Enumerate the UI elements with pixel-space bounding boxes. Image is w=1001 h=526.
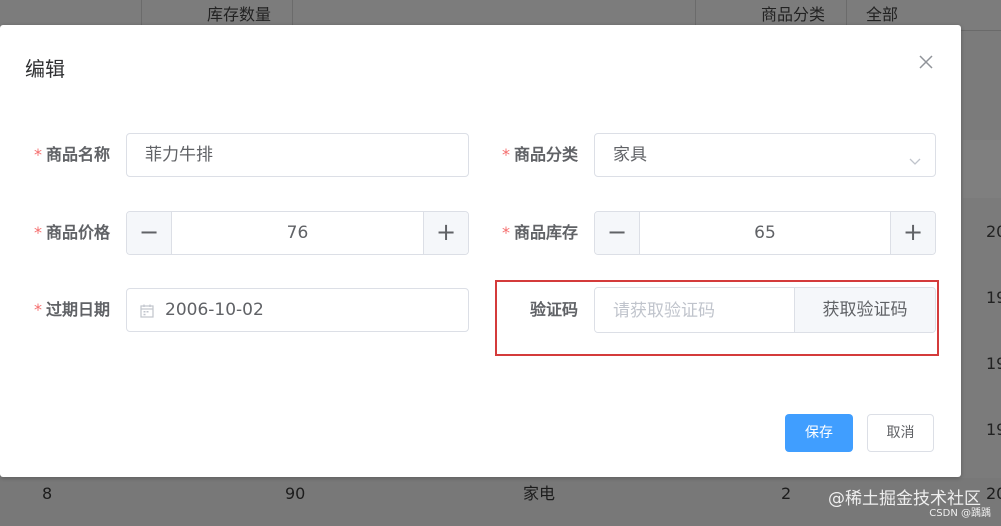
- price-stepper[interactable]: − 76 +: [126, 211, 469, 255]
- stock-decrease-button[interactable]: −: [595, 212, 640, 254]
- close-icon[interactable]: [917, 53, 935, 71]
- price-decrease-button[interactable]: −: [127, 212, 172, 254]
- price-increase-button[interactable]: +: [423, 212, 468, 254]
- expiry-date-picker[interactable]: 2006-10-02: [126, 288, 469, 332]
- required-mark: *: [501, 145, 510, 164]
- required-mark: *: [33, 223, 42, 242]
- required-mark: *: [501, 223, 510, 242]
- row-stock: 90: [285, 484, 306, 503]
- row-id: 8: [42, 484, 53, 503]
- get-code-button[interactable]: 获取验证码: [794, 288, 935, 332]
- price-value[interactable]: 76: [172, 212, 423, 254]
- calendar-icon: [140, 303, 154, 318]
- category-label: * 商品分类: [501, 145, 578, 164]
- watermark-small: CSDN @踽踽: [929, 508, 991, 519]
- name-label: * 商品名称: [33, 145, 110, 164]
- save-button[interactable]: 保存: [785, 414, 853, 452]
- cancel-button[interactable]: 取消: [867, 414, 934, 452]
- row-num: 2: [781, 484, 792, 503]
- right-cell: 20: [986, 222, 1001, 241]
- right-cell: 19: [986, 288, 1001, 307]
- chevron-down-icon: [909, 151, 921, 165]
- dialog-title: 编辑: [25, 57, 65, 81]
- expiry-date-value: 2006-10-02: [165, 300, 264, 320]
- price-label: * 商品价格: [33, 223, 110, 242]
- product-name-value: 菲力牛排: [145, 145, 213, 165]
- verification-code-group: 获取验证码: [594, 287, 936, 333]
- category-select[interactable]: 家具: [594, 133, 936, 177]
- right-cell: 19: [986, 420, 1001, 439]
- edit-dialog: 编辑 * 商品名称 菲力牛排 * 商品分类 家具 * 商品价格 − 76 + * 商品库…: [0, 25, 961, 477]
- row-category: 家电: [523, 484, 556, 503]
- expiry-label: * 过期日期: [33, 300, 110, 319]
- right-cell: 19: [986, 354, 1001, 373]
- required-mark: *: [33, 300, 42, 319]
- code-label: 验证码: [529, 300, 578, 319]
- stock-value[interactable]: 65: [640, 212, 890, 254]
- stock-label: * 商品库存: [501, 223, 578, 242]
- stock-increase-button[interactable]: +: [890, 212, 935, 254]
- product-name-input[interactable]: 菲力牛排: [126, 133, 469, 177]
- stock-stepper[interactable]: − 65 +: [594, 211, 936, 255]
- right-header-band: [963, 140, 1001, 198]
- required-mark: *: [33, 145, 42, 164]
- verification-code-input[interactable]: [595, 288, 815, 332]
- category-value: 家具: [613, 145, 647, 165]
